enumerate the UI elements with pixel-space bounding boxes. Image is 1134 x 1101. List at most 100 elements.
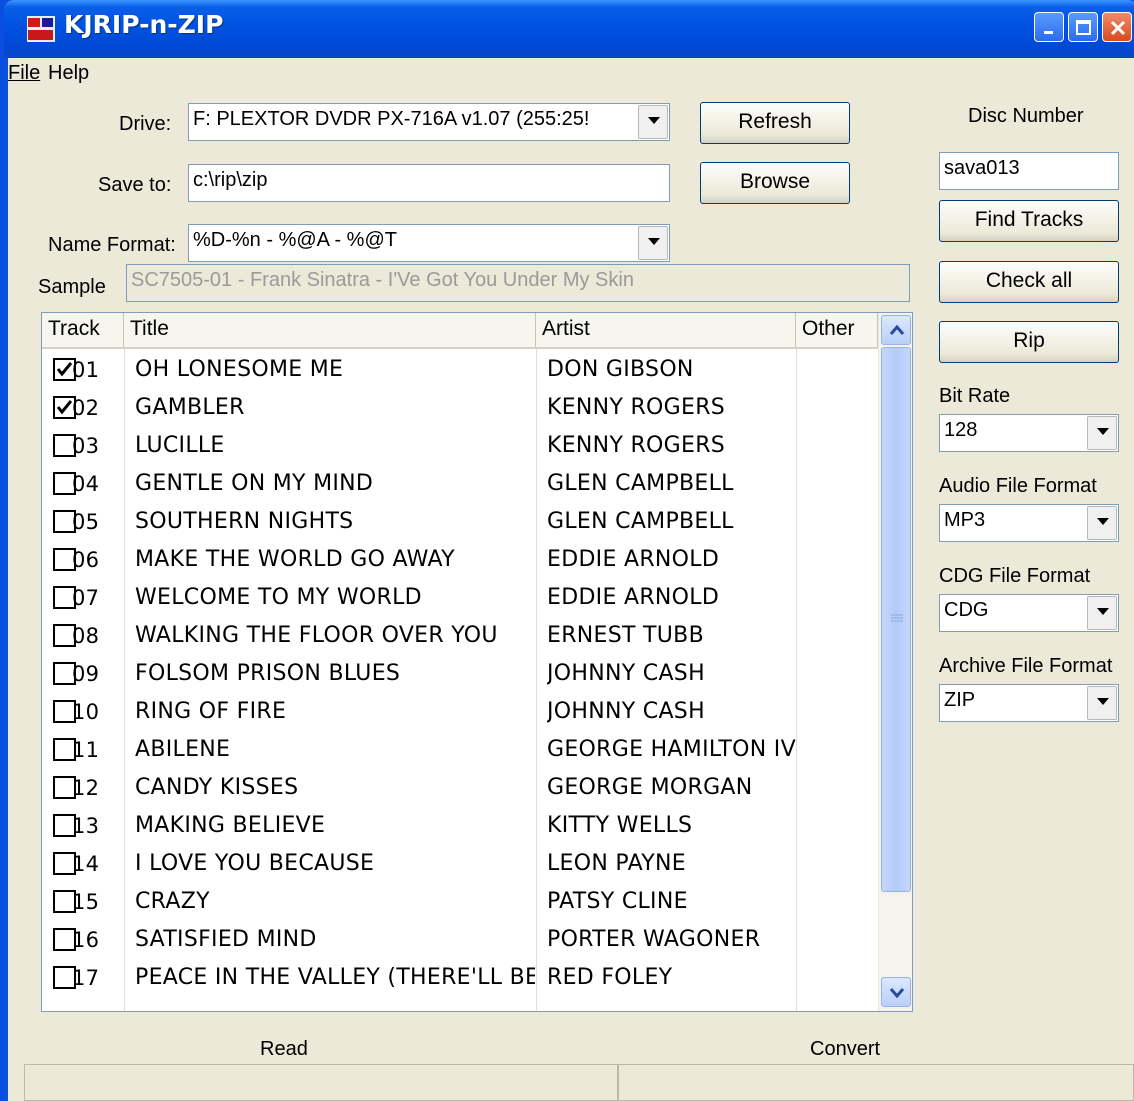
track-other	[799, 579, 879, 617]
archive-format-value: ZIP	[944, 689, 976, 711]
track-title: FOLSOM PRISON BLUES	[135, 661, 401, 686]
track-title: MAKE THE WORLD GO AWAY	[135, 547, 455, 572]
track-other	[799, 427, 879, 465]
track-other	[799, 883, 879, 921]
track-other	[799, 617, 879, 655]
archive-format-label: Archive File Format	[939, 655, 1113, 677]
column-header-track[interactable]: Track	[42, 313, 124, 347]
table-row[interactable]: 08 WALKING THE FLOOR OVER YOU ERNEST TUBB	[42, 617, 878, 655]
audio-format-label: Audio File Format	[939, 475, 1097, 497]
minimize-button[interactable]	[1034, 12, 1064, 42]
audio-format-select[interactable]: MP3	[939, 504, 1119, 542]
rip-label: Rip	[1013, 329, 1045, 352]
archive-format-dropdown-button[interactable]	[1087, 686, 1117, 720]
minimize-icon	[1044, 31, 1053, 34]
track-artist: GEORGE MORGAN	[547, 775, 753, 800]
track-number: 13	[72, 814, 100, 838]
chevron-down-icon	[1097, 428, 1109, 435]
track-number: 12	[72, 776, 100, 800]
title-bar[interactable]: KJRIP-n-ZIP	[4, 0, 1134, 58]
bit-rate-label: Bit Rate	[939, 385, 1011, 407]
menu-file[interactable]: File	[8, 62, 40, 85]
track-artist: KENNY ROGERS	[547, 395, 726, 420]
name-format-select[interactable]: %D-%n - %@A - %@T	[188, 224, 670, 262]
table-row[interactable]: 14 I LOVE YOU BECAUSE LEON PAYNE	[42, 845, 878, 883]
track-title: RING OF FIRE	[135, 699, 287, 724]
track-title: CRAZY	[135, 889, 210, 914]
column-header-title[interactable]: Title	[124, 313, 536, 347]
table-row[interactable]: 17 PEACE IN THE VALLEY (THERE'LL BE) RED F…	[42, 959, 878, 997]
status-area: Read Convert	[8, 1018, 1134, 1101]
table-row[interactable]: 15 CRAZY PATSY CLINE	[42, 883, 878, 921]
track-number: 04	[72, 472, 100, 496]
table-row[interactable]: 11 ABILENE GEORGE HAMILTON IV	[42, 731, 878, 769]
read-label: Read	[260, 1038, 308, 1060]
save-to-input[interactable]: c:\rip\zip	[188, 164, 670, 202]
table-row[interactable]: 04 GENTLE ON MY MIND GLEN CAMPBELL	[42, 465, 878, 503]
close-button[interactable]	[1102, 12, 1132, 42]
table-row[interactable]: 03 LUCILLE KENNY ROGERS	[42, 427, 878, 465]
name-format-dropdown-button[interactable]	[638, 226, 668, 260]
track-artist: RED FOLEY	[547, 965, 673, 990]
track-artist: GEORGE HAMILTON IV	[547, 737, 796, 762]
cdg-format-dropdown-button[interactable]	[1087, 596, 1117, 630]
table-row[interactable]: 13 MAKING BELIEVE KITTY WELLS	[42, 807, 878, 845]
track-title: ABILENE	[135, 737, 231, 762]
scroll-thumb[interactable]	[881, 347, 911, 892]
track-title: MAKING BELIEVE	[135, 813, 326, 838]
scroll-up-button[interactable]	[881, 315, 911, 345]
track-title: I LOVE YOU BECAUSE	[135, 851, 375, 876]
track-other	[799, 693, 879, 731]
browse-button[interactable]: Browse	[700, 162, 850, 204]
table-row[interactable]: 05 SOUTHERN NIGHTS GLEN CAMPBELL	[42, 503, 878, 541]
check-all-label: Check all	[985, 269, 1073, 292]
disc-number-input[interactable]: sava013	[939, 152, 1119, 190]
table-row[interactable]: 01 OH LONESOME ME DON GIBSON	[42, 351, 878, 389]
drive-select[interactable]: F: PLEXTOR DVDR PX-716A v1.07 (255:25!	[188, 103, 670, 141]
close-icon	[1110, 20, 1126, 36]
find-tracks-button[interactable]: Find Tracks	[939, 200, 1119, 242]
table-row[interactable]: 07 WELCOME TO MY WORLD EDDIE ARNOLD	[42, 579, 878, 617]
track-list[interactable]: Track Title Artist Other 01 OH LONESOME M…	[41, 312, 913, 1012]
drive-dropdown-button[interactable]	[638, 105, 668, 139]
track-title: WELCOME TO MY WORLD	[135, 585, 422, 610]
track-artist: KENNY ROGERS	[547, 433, 726, 458]
bit-rate-dropdown-button[interactable]	[1087, 416, 1117, 450]
track-number: 15	[72, 890, 100, 914]
column-header-artist[interactable]: Artist	[536, 313, 796, 347]
table-row[interactable]: 09 FOLSOM PRISON BLUES JOHNNY CASH	[42, 655, 878, 693]
track-number: 14	[72, 852, 100, 876]
bit-rate-select[interactable]: 128	[939, 414, 1119, 452]
scroll-down-button[interactable]	[881, 977, 911, 1007]
table-row[interactable]: 16 SATISFIED MIND PORTER WAGONER	[42, 921, 878, 959]
menu-file-label: File	[8, 62, 41, 84]
cdg-format-select[interactable]: CDG	[939, 594, 1119, 632]
table-row[interactable]: 02 GAMBLER KENNY ROGERS	[42, 389, 878, 427]
menu-bar: File Help	[8, 58, 1134, 88]
track-number: 02	[72, 396, 100, 420]
refresh-button[interactable]: Refresh	[700, 102, 850, 144]
audio-format-dropdown-button[interactable]	[1087, 506, 1117, 540]
sample-label: Sample	[38, 276, 106, 298]
check-all-button[interactable]: Check all	[939, 261, 1119, 303]
app-icon	[27, 16, 55, 42]
track-other	[799, 731, 879, 769]
track-other	[799, 769, 879, 807]
track-artist: ERNEST TUBB	[547, 623, 704, 648]
status-bar	[24, 1064, 1134, 1101]
table-row[interactable]: 06 MAKE THE WORLD GO AWAY EDDIE ARNOLD	[42, 541, 878, 579]
column-header-other[interactable]: Other	[796, 313, 878, 347]
track-artist: JOHNNY CASH	[547, 699, 705, 724]
menu-help[interactable]: Help	[48, 62, 89, 85]
track-title: PEACE IN THE VALLEY (THERE'LL BE)	[135, 965, 535, 990]
table-row[interactable]: 10 RING OF FIRE JOHNNY CASH	[42, 693, 878, 731]
vertical-scrollbar[interactable]	[878, 313, 912, 1011]
maximize-button[interactable]	[1068, 12, 1098, 42]
table-row[interactable]: 12 CANDY KISSES GEORGE MORGAN	[42, 769, 878, 807]
chevron-down-icon	[1097, 698, 1109, 705]
track-other	[799, 959, 879, 997]
track-other	[799, 541, 879, 579]
archive-format-select[interactable]: ZIP	[939, 684, 1119, 722]
track-number: 07	[72, 586, 100, 610]
rip-button[interactable]: Rip	[939, 321, 1119, 363]
